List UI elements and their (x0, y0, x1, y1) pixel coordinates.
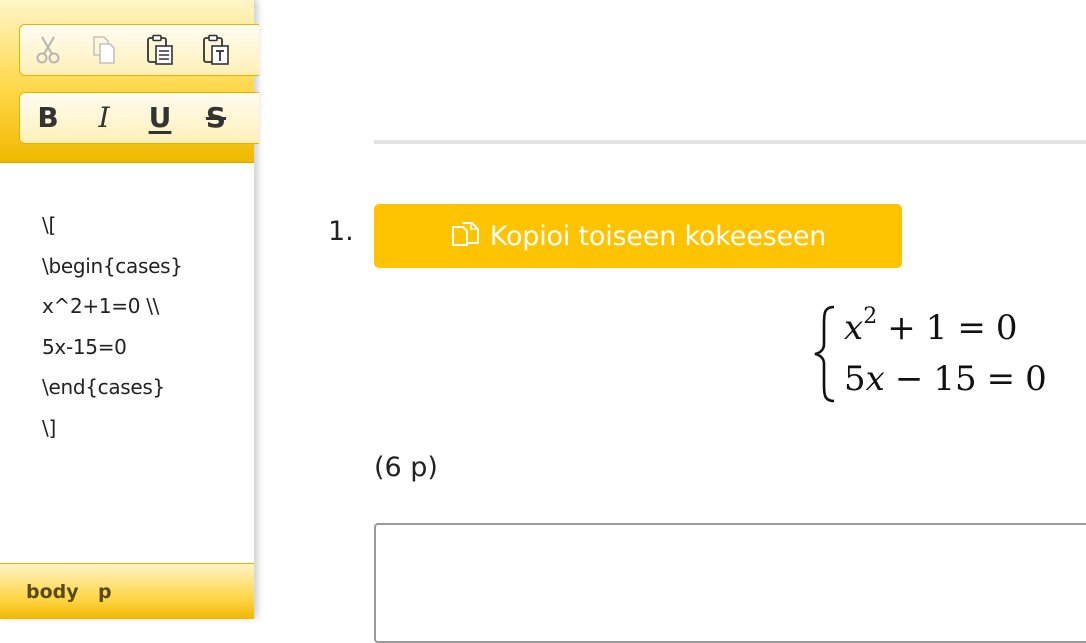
equation-line-2: 5x −15 = 0 (844, 359, 1047, 399)
copy-icon (450, 221, 484, 251)
italic-icon: I (98, 101, 110, 134)
paste-button[interactable] (132, 28, 188, 72)
source-line: x^2+1=0 \\ (42, 294, 160, 318)
paste-as-text-button[interactable] (188, 28, 244, 72)
editor-toolbar: B I U S (0, 0, 259, 163)
variable-x: x (865, 359, 885, 399)
underline-icon: U (148, 101, 172, 134)
source-line: \] (42, 415, 56, 440)
copy-button[interactable] (76, 28, 132, 72)
copy-to-another-exam-button[interactable]: Kopioi toiseen kokeeseen (374, 204, 902, 268)
coefficient: 5 (844, 359, 866, 399)
variable-x: x (844, 308, 864, 348)
exponent: 2 (863, 304, 878, 329)
answer-textarea[interactable] (374, 523, 1086, 643)
question-points: (6 p) (374, 452, 438, 483)
source-line: \begin{cases} (42, 253, 183, 278)
rhs-value: 0 (1025, 359, 1047, 399)
equals-sign: = (986, 359, 1016, 399)
clipboard-toolbar-group (19, 24, 259, 76)
paste-text-icon (203, 34, 229, 65)
rhs-value: 0 (995, 308, 1018, 348)
left-brace-icon (814, 305, 835, 403)
underline-button[interactable]: U (132, 96, 188, 140)
editor-statusbar: body p (0, 563, 254, 619)
source-line: \end{cases} (42, 375, 165, 399)
equation-line-1: x2 +1 = 0 (844, 306, 1018, 349)
editor-content-area[interactable]: \[ \begin{cases} x^2+1=0 \\ 5x-15=0 \end{cas… (0, 163, 254, 563)
italic-button[interactable]: I (76, 96, 132, 140)
copy-button-label: Kopioi toiseen kokeeseen (489, 220, 827, 252)
math-formula-cases: x2 +1 = 0 5x −15 = 0 (812, 304, 1082, 404)
source-line: 5x-15=0 (42, 334, 127, 359)
strikethrough-button[interactable]: S (188, 96, 244, 140)
source-line: \[ (42, 213, 56, 237)
paste-icon (147, 34, 173, 65)
bold-icon: B (37, 101, 59, 134)
minus-sign: − (894, 359, 924, 399)
element-path-p[interactable]: p (98, 581, 112, 603)
element-path-body[interactable]: body (26, 581, 79, 603)
question-number: 1. (328, 216, 354, 247)
rich-text-editor: B I U S \[ \begin{cases} x^2+1=0 \\ 5x-15=0… (0, 0, 259, 619)
plus-sign: + (887, 308, 916, 348)
cut-button[interactable] (20, 28, 76, 72)
equals-sign: = (957, 308, 986, 348)
scissors-icon (36, 36, 60, 64)
section-divider (374, 140, 1086, 144)
format-toolbar-group: B I U S (19, 92, 259, 144)
strikethrough-icon: S (205, 101, 227, 134)
copy-icon (93, 36, 115, 64)
constant: 1 (925, 308, 948, 348)
editor-source-text[interactable]: \[ \begin{cases} x^2+1=0 \\ 5x-15=0 \end{cas… (42, 205, 183, 448)
constant: 15 (933, 359, 977, 399)
bold-button[interactable]: B (20, 96, 76, 140)
